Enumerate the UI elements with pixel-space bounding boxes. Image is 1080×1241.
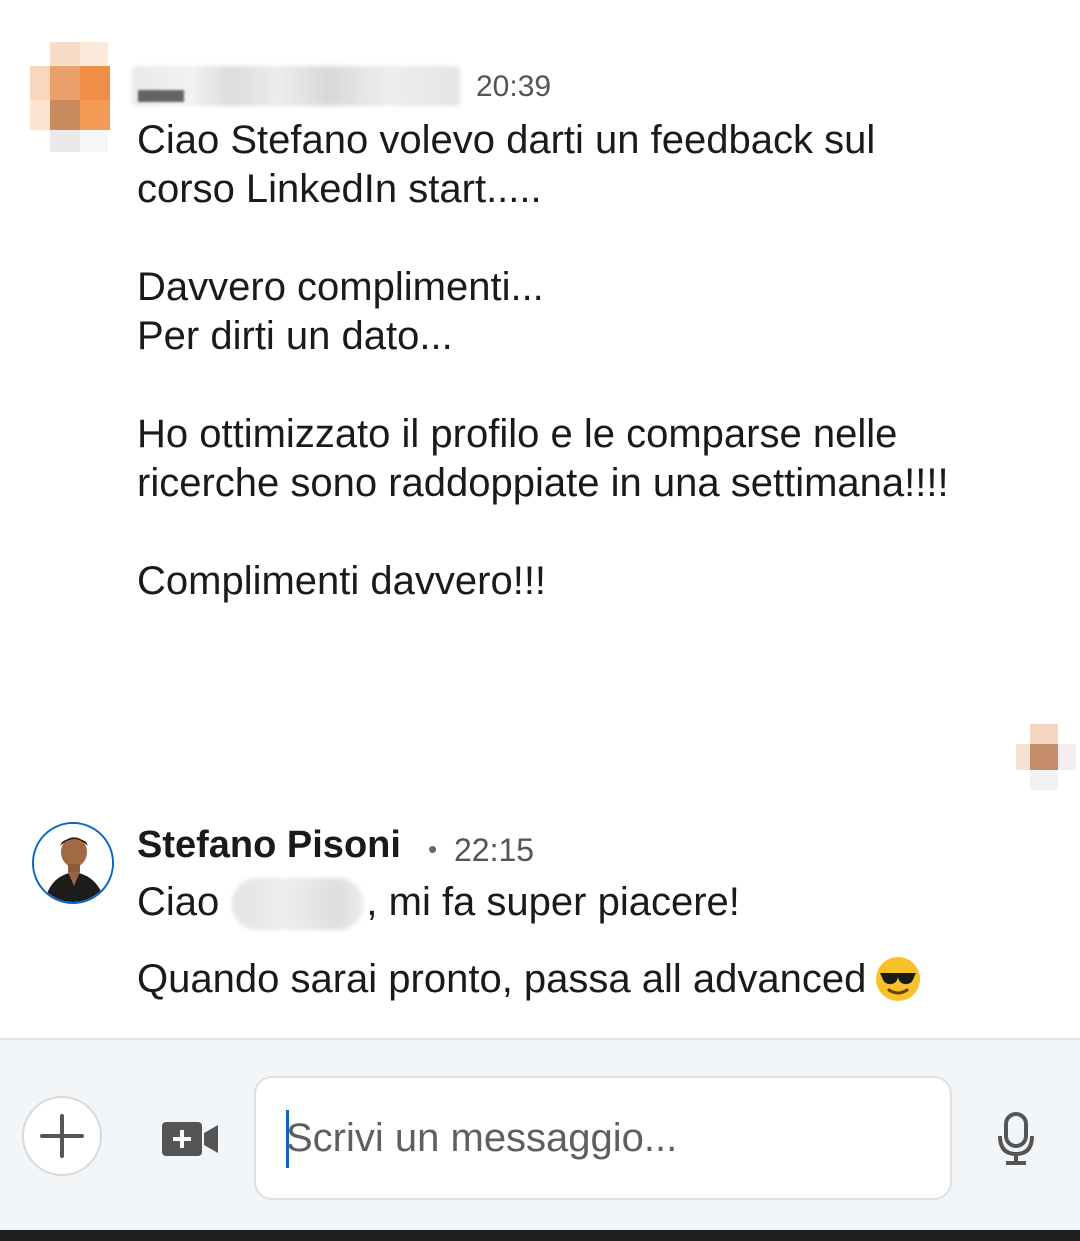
sender-name-fragment: [138, 90, 184, 102]
message-paragraph: Ciao Stefano volevo darti un feedback su…: [137, 118, 876, 211]
voice-message-button[interactable]: [996, 1112, 1036, 1166]
message-paragraph: Davvero complimenti... Per dirti un dato…: [137, 265, 544, 358]
message-paragraph: Complimenti davvero!!!: [137, 559, 547, 603]
system-navigation-bar: [0, 1230, 1080, 1241]
message-timestamp: 22:15: [454, 832, 535, 868]
reply-line-2: Quando sarai pronto, passa all advanced: [137, 955, 922, 1005]
sender-avatar-blurred[interactable]: [30, 42, 126, 160]
microphone-icon: [998, 1112, 1034, 1165]
video-plus-icon: [162, 1122, 218, 1156]
stefano-avatar[interactable]: [32, 822, 114, 904]
reply-text: Quando sarai pronto, passa all advanced: [137, 957, 867, 1001]
message-body: Ciao Stefano volevo darti un feedback su…: [137, 116, 1037, 606]
plus-icon: [40, 1114, 84, 1158]
message-input-placeholder: Scrivi un messaggio...: [286, 1116, 678, 1160]
reply-line-1: Ciao , mi fa super piacere!: [137, 878, 740, 931]
reply-text: , mi fa super piacere!: [366, 880, 740, 924]
video-call-button[interactable]: [162, 1120, 222, 1158]
message-timestamp: 20:39: [476, 70, 552, 103]
read-receipt-avatar: [1012, 724, 1080, 792]
add-attachment-button[interactable]: [22, 1096, 102, 1176]
message-composer: Scrivi un messaggio...: [0, 1038, 1080, 1232]
sender-name[interactable]: Stefano Pisoni: [137, 824, 401, 867]
separator-dot: •: [428, 834, 438, 864]
reply-text: Ciao: [137, 880, 231, 924]
message-paragraph: Ho ottimizzato il profilo e le comparse …: [137, 412, 949, 505]
message-input[interactable]: Scrivi un messaggio...: [254, 1076, 952, 1200]
sunglasses-emoji-icon: [874, 955, 922, 1003]
recipient-name-blurred: [232, 878, 365, 931]
chat-screen: 20:39 Ciao Stefano volevo darti un feedb…: [0, 0, 1080, 1241]
